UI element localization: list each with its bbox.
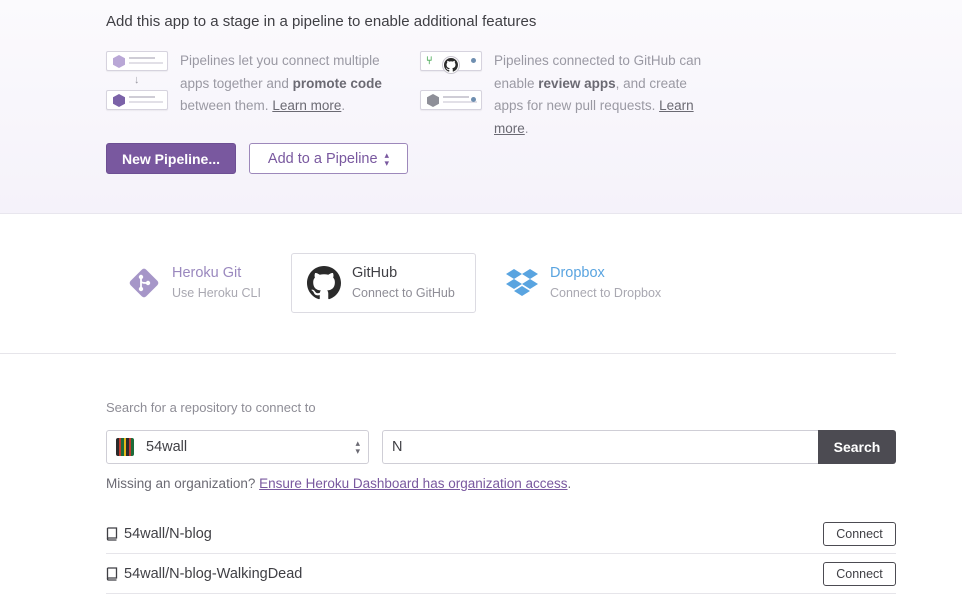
add-to-pipeline-label: Add to a Pipeline (267, 150, 378, 167)
org-access-link[interactable]: Ensure Heroku Dashboard has organization… (259, 476, 567, 491)
learn-more-link[interactable]: Learn more (272, 98, 341, 113)
pipeline-feature-review-apps: ⑂ Pipelines connected to GitHub can enab… (420, 50, 704, 140)
github-octocat-icon (306, 265, 342, 301)
repo-row: 54wall/N-blog-WalkingDead Connect (106, 554, 896, 594)
deploy-method-github[interactable]: GitHub Connect to GitHub (291, 253, 476, 313)
pipeline-github-illustration: ⑂ (420, 50, 482, 112)
heroku-git-title: Heroku Git (172, 265, 242, 281)
book-icon (106, 526, 118, 541)
pipeline-promote-text: Pipelines let you connect multiple apps … (180, 53, 382, 113)
new-pipeline-button[interactable]: New Pipeline... (106, 143, 236, 174)
select-caret-icon: ▴ ▾ (355, 438, 360, 456)
missing-org-note: Missing an organization? Ensure Heroku D… (106, 476, 572, 491)
organization-select[interactable]: 54wall ▴ ▾ (106, 430, 369, 464)
pipeline-promote-illustration: ↓ (106, 50, 168, 112)
connect-button[interactable]: Connect (823, 521, 896, 546)
dropbox-icon (504, 265, 540, 301)
dropbox-subtitle: Connect to Dropbox (550, 286, 662, 300)
github-title: GitHub (352, 265, 398, 281)
heroku-git-subtitle: Use Heroku CLI (172, 286, 261, 300)
org-avatar (116, 438, 134, 456)
repo-row: 54wall/N-blog Connect (106, 514, 896, 554)
git-branch-icon (126, 265, 162, 301)
repo-search-input[interactable] (382, 430, 819, 464)
add-to-pipeline-button[interactable]: Add to a Pipeline ▴ ▾ (249, 143, 408, 174)
book-icon (106, 566, 118, 581)
org-name: 54wall (146, 439, 188, 455)
pipeline-feature-promote: ↓ Pipelines let you connect multiple app… (106, 50, 390, 118)
repo-name: 54wall/N-blog-WalkingDead (124, 565, 303, 582)
select-caret-icon: ▴ ▾ (384, 149, 390, 168)
section-divider (0, 353, 896, 354)
pipeline-heading: Add this app to a stage in a pipeline to… (106, 13, 537, 30)
github-icon (442, 56, 460, 74)
connect-button[interactable]: Connect (823, 561, 896, 586)
dropbox-title: Dropbox (550, 265, 605, 281)
deploy-method-heroku-git[interactable]: Heroku Git Use Heroku CLI (116, 253, 286, 313)
search-button[interactable]: Search (818, 430, 896, 464)
pipeline-section: Add this app to a stage in a pipeline to… (0, 0, 962, 214)
pipeline-review-text: Pipelines connected to GitHub can enable… (494, 53, 702, 136)
repo-search-label: Search for a repository to connect to (106, 400, 316, 415)
repo-name: 54wall/N-blog (124, 525, 212, 542)
deploy-method-dropbox[interactable]: Dropbox Connect to Dropbox (494, 253, 684, 313)
github-subtitle: Connect to GitHub (352, 286, 455, 300)
